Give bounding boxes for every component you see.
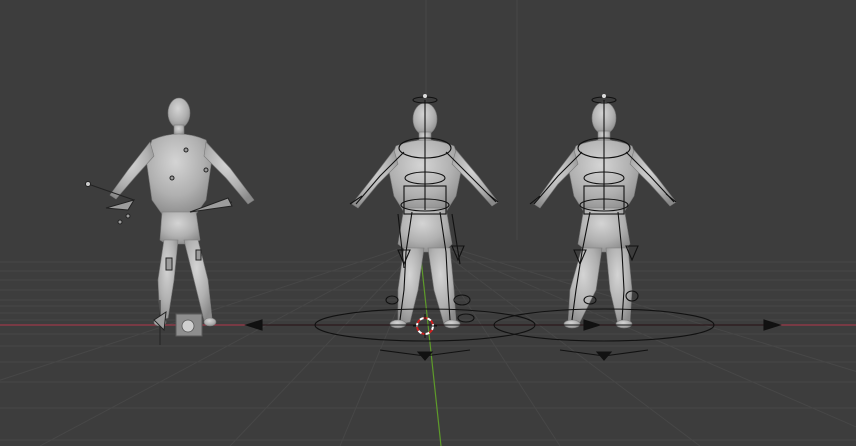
3d-viewport[interactable] — [0, 0, 856, 446]
right-head-bone-tip — [602, 94, 606, 98]
viewport-canvas[interactable] — [0, 0, 856, 446]
center-head-bone-tip — [423, 94, 427, 98]
empty-object-icon[interactable] — [175, 313, 203, 337]
